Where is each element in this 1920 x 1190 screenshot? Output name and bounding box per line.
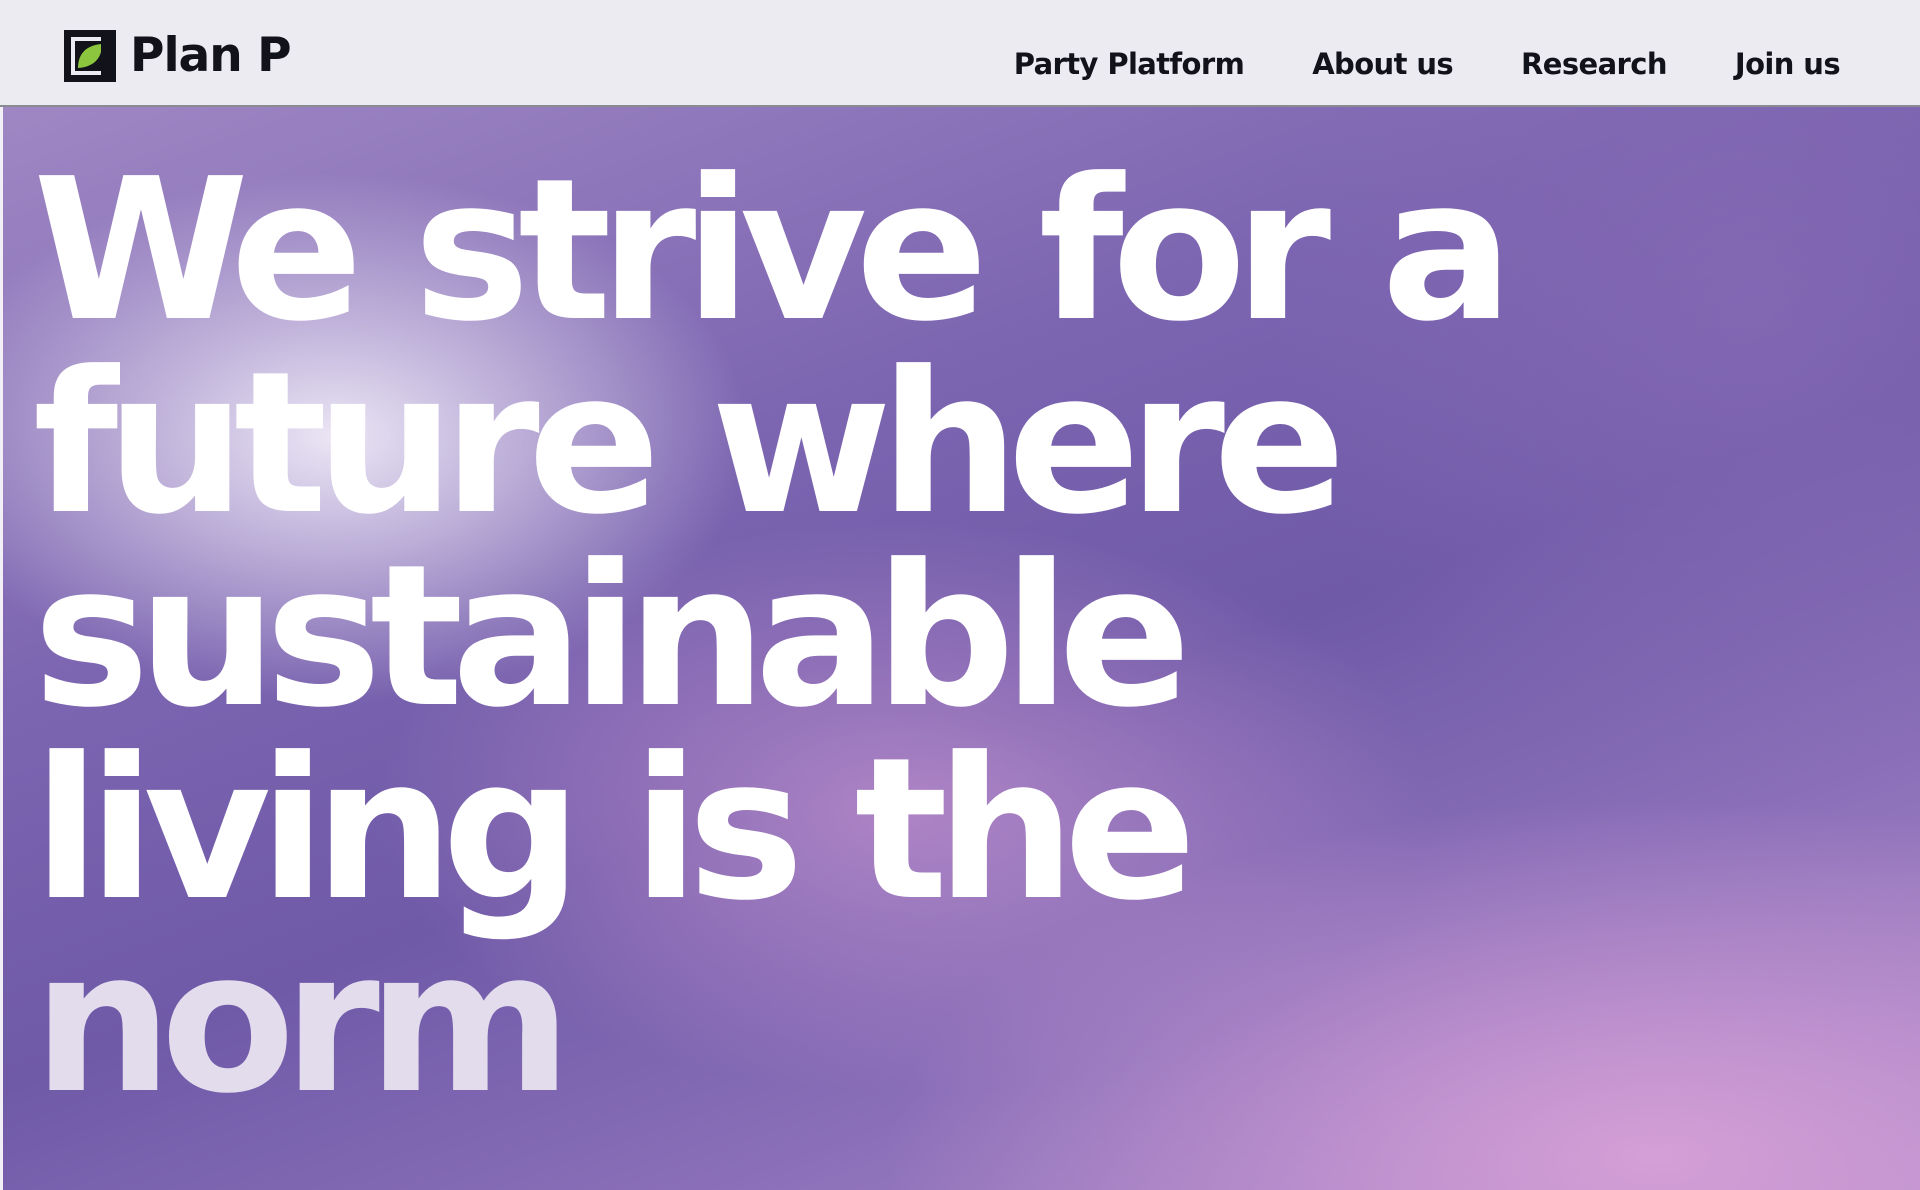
- headline-line-1: We strive for a: [33, 137, 1514, 365]
- site-header: Plan P Party Platform About us Research …: [0, 0, 1920, 107]
- nav-party-platform[interactable]: Party Platform: [1014, 44, 1245, 84]
- headline-line-5: norm: [33, 909, 572, 1137]
- home-logo-link[interactable]: Plan P: [64, 28, 292, 83]
- nav-research[interactable]: Research: [1521, 44, 1667, 84]
- page: Plan P Party Platform About us Research …: [0, 0, 1920, 1190]
- hero-headline: We strive for a future where sustainable…: [33, 137, 1514, 1137]
- plan-p-leaf-logo-icon: [64, 30, 116, 82]
- headline-line-2: future where: [33, 330, 1346, 558]
- main-nav: Party Platform About us Research Join us: [1014, 44, 1841, 84]
- headline-line-3: sustainable: [33, 523, 1191, 751]
- brand-name: Plan P: [130, 28, 292, 83]
- headline-line-4: living is the: [33, 716, 1197, 944]
- nav-about-us[interactable]: About us: [1312, 44, 1453, 84]
- hero-section: We strive for a future where sustainable…: [0, 107, 1920, 1190]
- nav-join-us[interactable]: Join us: [1735, 44, 1841, 84]
